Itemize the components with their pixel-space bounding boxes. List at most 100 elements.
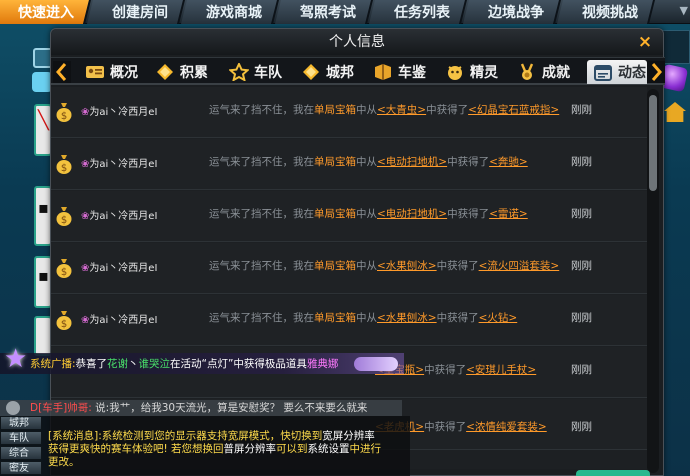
video-challenge-button[interactable]: 视频挑战: [557, 0, 655, 24]
item-link[interactable]: <安琪儿手杖>: [466, 364, 536, 376]
broadcast-player[interactable]: 花谢: [107, 356, 128, 371]
svg-text:$: $: [61, 111, 67, 122]
game-screen: 快速进入 创建房间 游戏商城 驾照考试 任务列表 边境战争 视频挑战 ▼ ╲ ▪…: [0, 0, 690, 476]
feed-time: 刚刚: [571, 260, 592, 272]
game-mall-button[interactable]: 游戏商城: [181, 0, 279, 24]
item-link[interactable]: <雷诺>: [489, 208, 528, 220]
house-icon[interactable]: [664, 102, 686, 122]
broadcast-text: 在活动“点灯”中获得极品道具: [170, 358, 307, 370]
medal-icon: [517, 63, 537, 81]
tab-label: 动态: [618, 65, 646, 81]
settings-link[interactable]: 系统设置: [308, 443, 350, 455]
feed-time: 刚刚: [571, 104, 592, 116]
sprite-icon: [445, 63, 465, 81]
license-test-button[interactable]: 驾照考试: [275, 0, 373, 24]
tab-team[interactable]: 车队: [227, 60, 282, 84]
user-name: 为ai丶冷西月eI: [89, 211, 158, 222]
broadcast-item[interactable]: 雅典娜: [307, 356, 339, 371]
source-link[interactable]: <电动扫地机>: [377, 156, 447, 168]
system-message-text: [系统消息]:系统检测到您的显示器支持宽屏模式，快切换到宽屏分辨率 获得更爽快的…: [48, 430, 382, 468]
dark-glyph-icon: ▪: [38, 266, 49, 285]
feed-message: 运气来了挡不住，我在单局宝箱中从<水果刨冰>中获得了<火钻>: [209, 312, 518, 324]
tab-car-guide[interactable]: 车鉴: [373, 60, 426, 84]
source-link[interactable]: <大青虫>: [377, 104, 426, 116]
chevron-down-icon[interactable]: ▼: [680, 4, 688, 17]
bottom-action-button[interactable]: [576, 470, 650, 476]
svg-text:$: $: [61, 215, 67, 226]
broadcast-text: 恭喜了: [75, 358, 108, 370]
broadcast-label: 系统广播:: [30, 358, 76, 370]
tab-city[interactable]: 城邦: [301, 60, 354, 84]
feed-message: 运气来了挡不住，我在单局宝箱中从<水果刨冰>中获得了<流火四溢套装>: [209, 260, 560, 272]
feed-message: 运气来了挡不住，我在单局宝箱中从<大青虫>中获得了<幻晶宝石蓝戒指>: [209, 104, 560, 116]
diamond-icon: [155, 63, 175, 81]
feed-message: 运气来了挡不住，我在单局宝箱中从<电动扫地机>中获得了<雷诺>: [209, 208, 528, 220]
tab-achievement[interactable]: 成就: [517, 60, 570, 84]
tab-label: 车队: [254, 65, 282, 81]
chat-tab-friends[interactable]: 密友: [0, 461, 42, 475]
item-link[interactable]: <幻晶宝石蓝戒指>: [468, 104, 559, 116]
scrollbar-thumb[interactable]: [649, 95, 657, 191]
dialog-title: 个人信息: [51, 29, 663, 55]
star-badge-icon: ★: [4, 344, 28, 374]
user-name: 为ai丶冷西月eI: [89, 159, 158, 170]
chat-tab-general[interactable]: 综合: [0, 446, 42, 460]
feed-username[interactable]: ❀为ai丶冷西月eI: [81, 103, 157, 118]
diamond-icon: [301, 63, 321, 81]
svg-text:$: $: [61, 319, 67, 330]
chevron-right-icon: [651, 63, 662, 81]
tab-bar: 概况 积累 车队 城邦 车鉴 精灵 成就 动态: [51, 57, 665, 85]
tab-scroll-right-button[interactable]: [647, 61, 665, 83]
tab-label: 概况: [110, 65, 138, 81]
chat-text: 说:我艹，给我30天流光，算是安慰奖？ 要么不来要么就来: [95, 402, 368, 414]
star-icon: [227, 61, 251, 82]
dark-glyph-icon: ▪: [38, 198, 49, 217]
normalscreen-link[interactable]: 普屏分辨率: [224, 443, 277, 455]
chat-tab-city[interactable]: 城邦: [0, 416, 42, 430]
feed-time: 刚刚: [571, 208, 592, 220]
item-link[interactable]: <奔驰>: [489, 156, 528, 168]
broadcast-decoration: [354, 357, 398, 371]
quick-enter-button[interactable]: 快速进入: [0, 0, 91, 24]
feed-time: 刚刚: [571, 156, 592, 168]
feed-username[interactable]: ❀为ai丶冷西月eI: [81, 259, 157, 274]
feed-time: 刚刚: [571, 364, 592, 376]
system-broadcast: ★ 系统广播: 恭喜了 花谢 丶 谁哭泣 在活动“点灯”中获得极品道具 雅典娜: [0, 346, 404, 374]
task-list-button[interactable]: 任务列表: [369, 0, 467, 24]
item-link[interactable]: <流火四溢套装>: [479, 260, 560, 272]
source-link[interactable]: <水果刨冰>: [377, 260, 437, 272]
item-link[interactable]: <浓情纯爱套装>: [466, 421, 547, 433]
top-menu-bar: 快速进入 创建房间 游戏商城 驾照考试 任务列表 边境战争 视频挑战 ▼: [0, 0, 690, 24]
feed-username[interactable]: ❀为ai丶冷西月eI: [81, 155, 157, 170]
svg-text:$: $: [61, 267, 67, 278]
tab-activity[interactable]: 动态: [587, 60, 647, 84]
broadcast-player[interactable]: 谁哭泣: [139, 356, 171, 371]
feed-username[interactable]: ❀为ai丶冷西月eI: [81, 311, 157, 326]
system-message-panel: 城邦 车队 综合 密友 [系统消息]:系统检测到您的显示器支持宽屏模式，快切换到…: [0, 416, 410, 476]
calendar-icon: [593, 63, 613, 81]
tab-label: 积累: [180, 65, 208, 81]
car-icon[interactable]: [32, 72, 52, 92]
chevron-left-icon: [56, 63, 67, 81]
user-name: 为ai丶冷西月eI: [89, 263, 158, 274]
tab-overview[interactable]: 概况: [85, 60, 138, 84]
border-war-button[interactable]: 边境战争: [463, 0, 561, 24]
feed-time: 刚刚: [571, 312, 592, 324]
source-link[interactable]: <电动扫地机>: [377, 208, 447, 220]
create-room-button[interactable]: 创建房间: [87, 0, 185, 24]
widescreen-link[interactable]: 宽屏分辨率: [322, 430, 375, 442]
chat-sender[interactable]: D[车手]帅哥:: [30, 402, 92, 414]
tab-sprite[interactable]: 精灵: [445, 60, 498, 84]
chat-tab-team[interactable]: 车队: [0, 431, 42, 445]
feed-row: $ ❀为ai丶冷西月eI 运气来了挡不住，我在单局宝箱中从<大青虫>中获得了<幻…: [51, 87, 647, 138]
book-icon: [373, 63, 393, 81]
close-button[interactable]: ×: [635, 34, 655, 52]
feed-scrollbar[interactable]: [647, 89, 659, 473]
item-link[interactable]: <火钻>: [479, 312, 518, 324]
tab-accumulate[interactable]: 积累: [155, 60, 208, 84]
source-link[interactable]: <水果刨冰>: [377, 312, 437, 324]
feed-username[interactable]: ❀为ai丶冷西月eI: [81, 207, 157, 222]
tab-scroll-left-button[interactable]: [53, 61, 71, 83]
money-bag-icon: $: [55, 205, 73, 227]
feed-row: $ ❀为ai丶冷西月eI 运气来了挡不住，我在单局宝箱中从<电动扫地机>中获得了…: [51, 191, 647, 242]
